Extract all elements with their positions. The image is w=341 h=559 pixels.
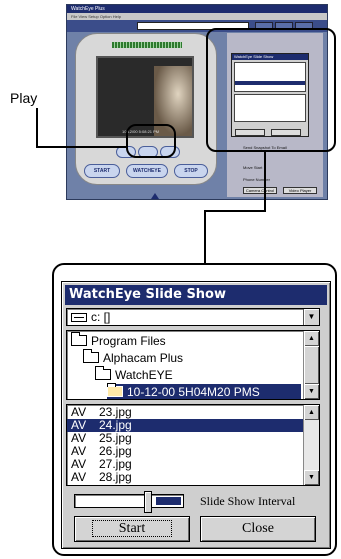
thumb-option-move[interactable]: Move Start (243, 165, 303, 172)
start-button-label: Start (91, 520, 173, 537)
thumb-title-bar: WatchEye Plus (67, 5, 327, 13)
close-button[interactable]: Close (200, 516, 316, 542)
thumb-camera-control-button[interactable]: Camera Control (243, 187, 277, 194)
play-leader-line (36, 146, 128, 148)
file-list[interactable]: AV 23.jpg AV 24.jpg AV 25.jpg AV 26.jpg AV 27.jpg… (66, 404, 320, 486)
drive-select[interactable]: c: [] ▼ (66, 308, 320, 326)
folder-icon (95, 366, 111, 381)
play-leader-line (36, 108, 38, 148)
directory-label: Alphacam Plus (103, 351, 184, 365)
zoom-leader-line (264, 152, 266, 212)
scroll-up-icon[interactable]: ▲ (304, 331, 319, 346)
window-title: WatchEye Slide Show (65, 285, 327, 305)
file-name: 23.jpg (99, 405, 132, 419)
chevron-down-icon[interactable]: ▼ (303, 309, 319, 325)
scroll-down-icon[interactable]: ▼ (304, 384, 319, 399)
thumb-menu-bar: File View Setup Option Help (67, 13, 327, 20)
folder-open-icon (107, 383, 123, 398)
file-prefix: AV (71, 470, 87, 484)
file-name: 27.jpg (99, 457, 132, 471)
thumb-up-arrow-icon (151, 193, 159, 199)
drive-icon (71, 313, 87, 322)
thumb-stop-button[interactable]: STOP (174, 164, 208, 178)
slideshow-callout-frame (206, 28, 336, 152)
thumb-watcheye-button[interactable]: WATCHEYE (126, 164, 168, 178)
directory-item[interactable]: Alphacam Plus (83, 349, 184, 366)
directory-list[interactable]: Program Files Alphacam Plus WatchEYE 10-12-… (66, 330, 320, 400)
scroll-up-icon[interactable]: ▲ (304, 405, 319, 420)
file-item[interactable]: AV 28.jpg (67, 471, 305, 484)
interval-slider-fill (156, 497, 181, 505)
thumb-phone-label: Phone Number (243, 177, 270, 182)
interval-label: Slide Show Interval (200, 494, 296, 508)
scroll-thumb[interactable] (304, 346, 319, 384)
file-name: 28.jpg (99, 470, 132, 484)
file-scrollbar[interactable]: ▲ ▼ (303, 405, 319, 485)
slideshow-window: WatchEye Slide Show c: [] ▼ Program File… (61, 281, 331, 549)
file-name: 24.jpg (99, 418, 132, 432)
play-callout-frame (126, 124, 176, 158)
thumb-camera-vent (112, 42, 182, 48)
drive-value: c: [] (91, 310, 111, 324)
folder-icon (83, 349, 99, 364)
directory-label: 10-12-00 5H04M20 PMS (127, 385, 260, 399)
thumb-start-button[interactable]: START (84, 164, 120, 178)
directory-label: Program Files (91, 334, 166, 348)
thumb-video-player-button[interactable]: Video Player (283, 187, 317, 194)
directory-label: WatchEYE (115, 368, 173, 382)
interval-slider-handle[interactable] (144, 491, 152, 513)
start-button[interactable]: Start (74, 516, 190, 542)
play-annotation-label: Play (10, 90, 38, 106)
directory-scrollbar[interactable]: ▲ ▼ (303, 331, 319, 399)
thumb-camera-body: 10/12/00 5:08:21 PM START WATCHEYE STOP (75, 33, 217, 185)
scroll-down-icon[interactable]: ▼ (304, 470, 319, 485)
zoom-leader-line (204, 210, 206, 264)
directory-item[interactable]: WatchEYE (95, 366, 173, 383)
folder-icon (71, 332, 87, 347)
file-name: 26.jpg (99, 444, 132, 458)
interval-slider[interactable] (74, 491, 184, 513)
directory-item[interactable]: 10-12-00 5H04M20 PMS (107, 383, 301, 399)
file-name: 25.jpg (99, 431, 132, 445)
zoom-leader-line (204, 210, 266, 212)
directory-item[interactable]: Program Files (71, 332, 166, 349)
